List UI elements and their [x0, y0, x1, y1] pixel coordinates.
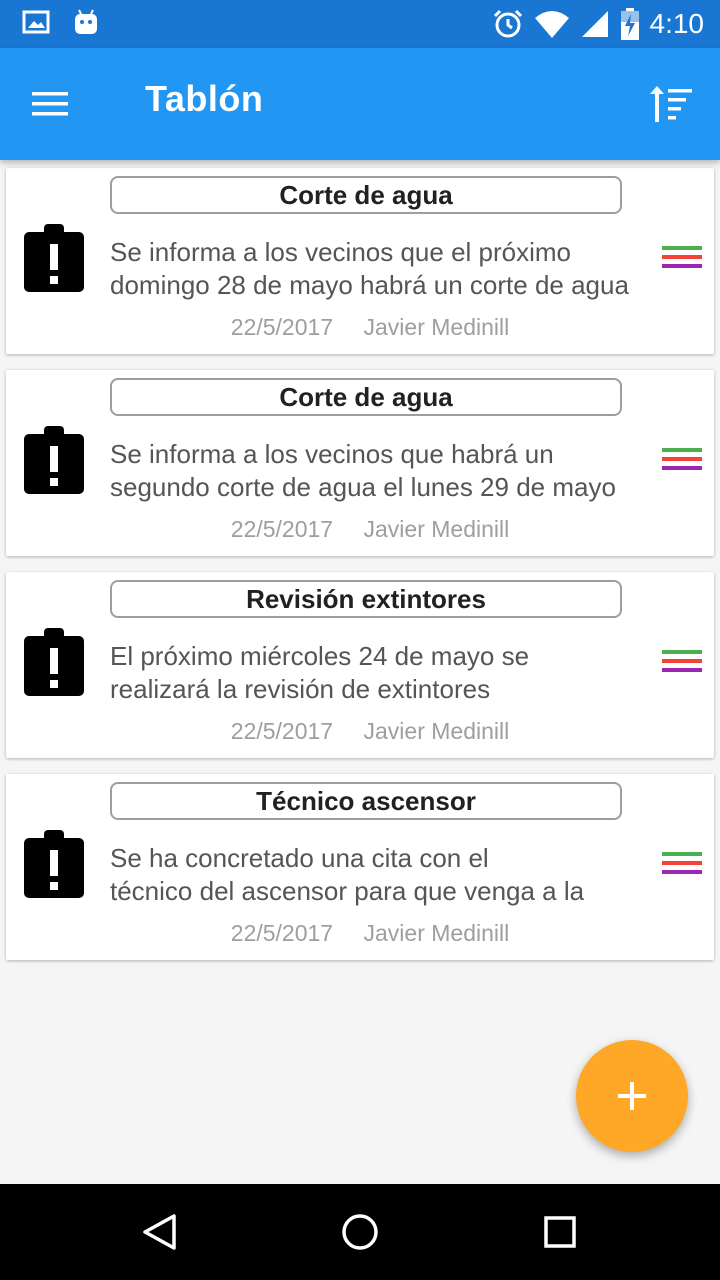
home-button[interactable] — [340, 1212, 380, 1252]
announcement-body-line: domingo 28 de mayo habrá un corte de agu… — [110, 270, 629, 300]
back-icon — [143, 1214, 176, 1250]
back-button[interactable] — [140, 1212, 180, 1252]
announcement-title: Corte de agua — [110, 176, 622, 214]
wifi-icon — [534, 11, 569, 38]
alarm-icon — [493, 9, 522, 38]
announcement-body-line: Se informa a los vecinos que el próximo — [110, 237, 572, 267]
page-title: Tablón — [145, 78, 264, 119]
recents-icon — [544, 1216, 576, 1248]
announcement-author: Javier Medinill — [363, 314, 510, 340]
announcement-body: El próximo miércoles 24 de mayo se reali… — [110, 640, 630, 706]
announcement-body-line: Se informa a los vecinos que habrá un — [110, 439, 554, 469]
announcement-card[interactable]: Corte de agua Se informa a los vecinos q… — [6, 370, 714, 556]
alert-clipboard-icon — [24, 426, 84, 494]
color-lines-icon — [662, 448, 702, 476]
android-icon — [75, 9, 97, 34]
navigation-bar — [0, 1184, 720, 1280]
announcement-date: 22/5/2017 — [230, 516, 334, 542]
signal-icon — [581, 11, 608, 37]
announcement-author: Javier Medinill — [363, 516, 510, 542]
announcement-date: 22/5/2017 — [230, 314, 334, 340]
announcement-author: Javier Medinill — [363, 920, 510, 946]
announcement-meta: 22/5/2017 Javier Medinill — [110, 718, 630, 745]
color-lines-icon — [662, 246, 702, 274]
menu-button[interactable] — [30, 84, 82, 124]
announcement-body: Se informa a los vecinos que el próximo … — [110, 236, 630, 302]
announcement-date: 22/5/2017 — [230, 718, 334, 744]
announcement-title: Corte de agua — [110, 378, 622, 416]
announcement-author: Javier Medinill — [363, 718, 510, 744]
announcement-meta: 22/5/2017 Javier Medinill — [110, 920, 630, 947]
announcement-card[interactable]: Revisión extintores El próximo miércoles… — [6, 572, 714, 758]
announcement-body: Se informa a los vecinos que habrá un se… — [110, 438, 630, 504]
home-icon — [342, 1214, 378, 1250]
announcement-meta: 22/5/2017 Javier Medinill — [110, 516, 630, 543]
announcement-meta: 22/5/2017 Javier Medinill — [110, 314, 630, 341]
app-bar: Tablón — [0, 48, 720, 160]
announcement-body-line: realizará la revisión de extintores — [110, 674, 491, 704]
color-lines-icon — [662, 650, 702, 678]
recents-button[interactable] — [540, 1212, 580, 1252]
announcement-body: Se ha concretado una cita con el técnico… — [110, 842, 630, 908]
announcement-body-line: técnico del ascensor para que venga a la — [110, 876, 585, 906]
announcement-body-line: El próximo miércoles 24 de mayo se — [110, 641, 530, 671]
add-icon — [618, 1082, 646, 1110]
alert-clipboard-icon — [24, 628, 84, 696]
announcement-title: Técnico ascensor — [110, 782, 622, 820]
alert-clipboard-icon — [24, 224, 84, 292]
announcement-list: Corte de agua Se informa a los vecinos q… — [6, 168, 714, 976]
announcement-card[interactable]: Corte de agua Se informa a los vecinos q… — [6, 168, 714, 354]
image-icon — [22, 10, 50, 34]
announcement-body-line: Se ha concretado una cita con el — [110, 843, 489, 873]
status-time: 4:10 — [649, 8, 705, 39]
battery-charging-icon — [620, 8, 639, 40]
menu-icon — [32, 92, 68, 116]
announcement-body-line: segundo corte de agua el lunes 29 de may… — [110, 472, 616, 502]
color-lines-icon — [662, 852, 702, 880]
sort-button[interactable] — [648, 84, 696, 124]
announcement-title: Revisión extintores — [110, 580, 622, 618]
status-bar: 4:10 — [0, 0, 720, 48]
alert-clipboard-icon — [24, 830, 84, 898]
add-announcement-button[interactable] — [576, 1040, 688, 1152]
announcement-card[interactable]: Técnico ascensor Se ha concretado una ci… — [6, 774, 714, 960]
announcement-date: 22/5/2017 — [230, 920, 334, 946]
sort-icon — [650, 86, 692, 122]
